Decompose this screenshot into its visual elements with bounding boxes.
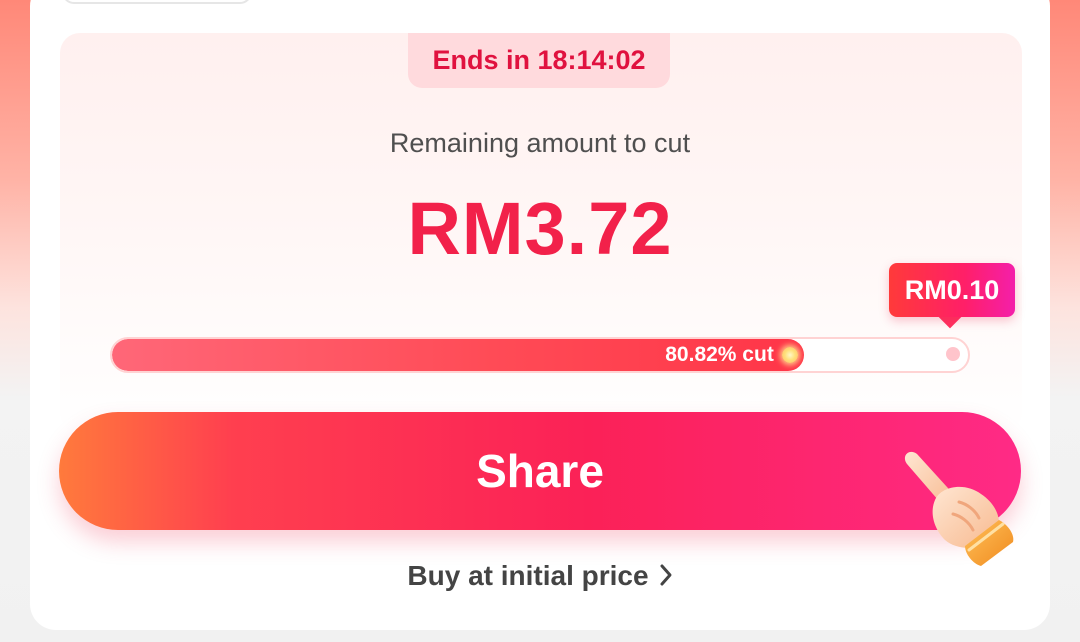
target-marker-dot	[946, 347, 960, 361]
next-cut-amount: RM0.10	[904, 274, 1000, 305]
remaining-amount-label: Remaining amount to cut	[389, 128, 691, 158]
cut-progress-bar: 80.82% cut	[110, 337, 970, 373]
next-cut-tooltip: RM0.10	[889, 263, 1015, 317]
buy-initial-price-link[interactable]: Buy at initial price	[0, 560, 1080, 592]
share-button[interactable]: Share	[59, 412, 1021, 530]
cut-progress-fill: 80.82% cut	[112, 339, 804, 371]
buy-initial-price-label: Buy at initial price	[407, 560, 649, 591]
remaining-amount-value: RM3.72	[407, 187, 673, 270]
top-partial-button	[62, 0, 252, 4]
cut-progress-label: 80.82% cut	[665, 343, 774, 366]
chevron-right-icon	[660, 564, 672, 586]
countdown-text: Ends in 18:14:02	[432, 45, 646, 75]
countdown-timer: Ends in 18:14:02	[408, 33, 670, 88]
progress-glow-icon	[781, 347, 798, 363]
pointing-hand-icon	[904, 451, 1014, 566]
share-button-label: Share	[476, 445, 604, 497]
